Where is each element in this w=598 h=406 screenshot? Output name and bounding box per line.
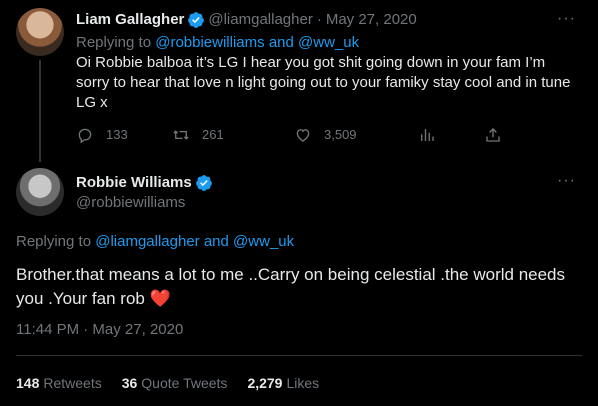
thread-connector-line xyxy=(39,60,41,162)
like-count: 3,509 xyxy=(324,127,357,142)
separator-dot: · xyxy=(316,11,322,28)
verified-badge-icon xyxy=(188,12,205,28)
likes-stat[interactable]: 2,279 Likes xyxy=(247,373,319,393)
tweet2-header: Robbie Williams @robbiewilliams xyxy=(76,173,216,213)
likes-count: 2,279 xyxy=(247,375,283,391)
tweet2-timestamp[interactable]: 11:44 PM · May 27, 2020 xyxy=(16,320,183,340)
analytics-icon xyxy=(421,129,434,141)
retweets-stat[interactable]: 148 Retweets xyxy=(16,373,102,393)
retweets-label: Retweets xyxy=(43,375,102,391)
reply-mention-and: and xyxy=(203,233,229,250)
share-icon xyxy=(486,128,500,142)
tweet1-date[interactable]: May 27, 2020 xyxy=(326,10,417,30)
retweets-count: 148 xyxy=(16,375,40,391)
retweet-action[interactable]: 261 xyxy=(172,126,224,144)
retweet-count: 261 xyxy=(202,127,224,142)
tweet1-text: Oi Robbie balboa it’s LG I hear you got … xyxy=(76,54,571,111)
tweet1-replying-to: Replying to @robbiewilliams and @ww_uk xyxy=(76,33,359,53)
stats-divider xyxy=(16,355,582,356)
quote-tweets-label: Quote Tweets xyxy=(141,375,228,391)
reply-mention-ww-uk[interactable]: @ww_uk xyxy=(298,34,359,51)
tweet2-text: Brother.that means a lot to me ..Carry o… xyxy=(16,263,582,311)
engagement-stats: 148 Retweets 36 Quote Tweets 2,279 Likes xyxy=(16,373,339,393)
reply-count: 133 xyxy=(106,127,128,142)
tweet2-replying-to: Replying to @liamgallagher and @ww_uk xyxy=(16,232,294,252)
robbie-avatar[interactable] xyxy=(16,168,64,216)
reply-mention-robbiewilliams[interactable]: @robbiewilliams xyxy=(155,34,264,51)
reply-action[interactable]: 133 xyxy=(76,126,128,144)
heart-icon xyxy=(296,129,310,142)
reply-mention-liamgallagher[interactable]: @liamgallagher xyxy=(95,233,199,250)
like-action[interactable]: 3,509 xyxy=(294,126,357,144)
reply-mention-and: and xyxy=(268,34,294,51)
quote-tweets-count: 36 xyxy=(121,375,138,391)
likes-label: Likes xyxy=(286,375,320,391)
tweet2-handle[interactable]: @robbiewilliams xyxy=(76,193,216,213)
tweet1-header: Liam Gallagher @liamgallagher · May 27, … xyxy=(76,10,417,30)
tweet1-author-name[interactable]: Liam Gallagher xyxy=(76,10,184,30)
tweet2-more-icon[interactable]: ··· xyxy=(557,172,576,190)
verified-badge-icon xyxy=(195,175,212,191)
replying-to-label: Replying to xyxy=(16,233,92,250)
analytics-action[interactable] xyxy=(418,126,448,144)
quote-tweets-stat[interactable]: 36 Quote Tweets xyxy=(122,373,228,393)
tweet2-author-name[interactable]: Robbie Williams xyxy=(76,173,192,193)
reply-icon xyxy=(78,128,92,144)
share-action[interactable] xyxy=(484,126,514,144)
replying-to-label: Replying to xyxy=(76,34,152,51)
tweet1-handle[interactable]: @liamgallagher xyxy=(208,10,312,30)
tweet1-more-icon[interactable]: ··· xyxy=(557,10,576,28)
liam-avatar[interactable] xyxy=(16,8,64,56)
tweet1-action-bar: 133 261 3,509 xyxy=(76,126,506,146)
retweet-icon xyxy=(173,130,189,140)
reply-mention-ww-uk[interactable]: @ww_uk xyxy=(233,233,294,250)
tweet2-body: Brother.that means a lot to me ..Carry o… xyxy=(16,265,566,308)
red-heart-emoji-icon: ❤️ xyxy=(149,289,171,308)
